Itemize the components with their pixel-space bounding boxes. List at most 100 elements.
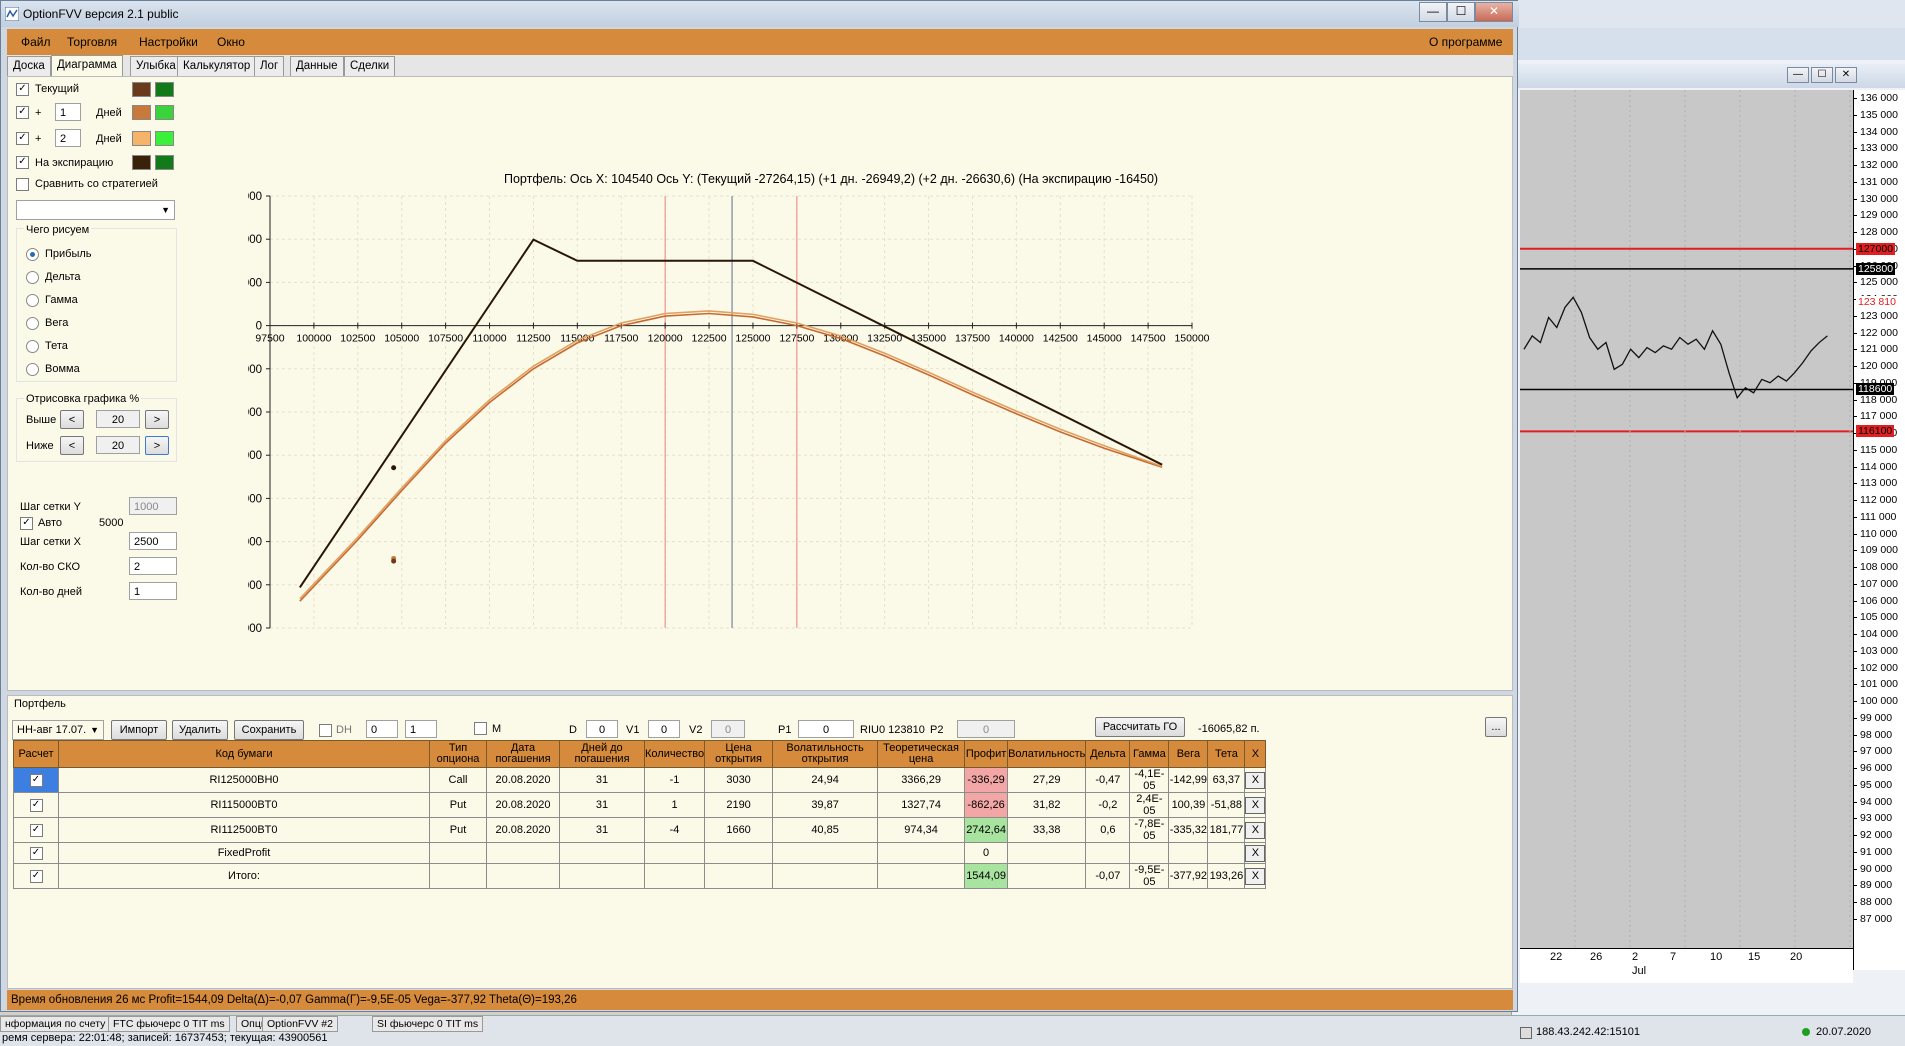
column-header[interactable]: Тета	[1207, 740, 1246, 768]
spin2-input[interactable]: 1	[405, 720, 437, 738]
expiry-color-1[interactable]	[132, 155, 151, 170]
above-increase-button[interactable]: >	[145, 410, 169, 429]
tab-deals[interactable]: Сделки	[344, 56, 396, 76]
radio-delta[interactable]	[26, 271, 39, 284]
calc-checkbox[interactable]: ✓	[29, 870, 43, 883]
dh-checkbox[interactable]	[319, 724, 332, 737]
days-input[interactable]: 1	[129, 582, 177, 600]
m-checkbox[interactable]	[474, 722, 487, 735]
menu-trading[interactable]: Торговля	[67, 35, 117, 49]
auto-checkbox[interactable]: ✓	[20, 517, 33, 530]
column-header[interactable]: Волатильность открытия	[772, 740, 879, 768]
calc-checkbox[interactable]: ✓	[29, 799, 43, 812]
column-header[interactable]: Вега	[1168, 740, 1209, 768]
radio-profit[interactable]	[26, 248, 39, 261]
tab-log[interactable]: Лог	[254, 56, 285, 76]
column-header[interactable]: Дата погашения	[486, 740, 560, 768]
table-row[interactable]: ✓ Итого: 1544,09 -0,07 -9,5E-05 -377,92 193,26…	[13, 863, 1267, 889]
tab-board[interactable]: Доска	[7, 56, 51, 76]
radio-gamma[interactable]	[26, 294, 39, 307]
strategy-select[interactable]: ▼	[16, 200, 175, 220]
delete-button[interactable]: Удалить	[172, 720, 228, 740]
calc-checkbox[interactable]: ✓	[29, 824, 43, 837]
maximize-button[interactable]: ☐	[1447, 2, 1475, 22]
radio-vega[interactable]	[26, 317, 39, 330]
column-header[interactable]: Расчет	[13, 740, 59, 768]
table-row[interactable]: ✓ RI125000BH0 Call 20.08.2020 31 -1 3030 24,94 3…	[13, 767, 1267, 793]
calc-checkbox-cell[interactable]: ✓	[13, 842, 59, 864]
grid-x-input[interactable]: 2500	[129, 532, 177, 550]
column-header[interactable]: Цена открытия	[704, 740, 774, 768]
column-header[interactable]: X	[1244, 740, 1267, 768]
v1-input[interactable]: 0	[648, 720, 680, 738]
plus1-color-2[interactable]	[155, 105, 174, 120]
plus1-color-1[interactable]	[132, 105, 151, 120]
column-header[interactable]: Код бумаги	[58, 740, 430, 768]
column-header[interactable]: Волатильность	[1007, 740, 1087, 768]
compare-checkbox[interactable]	[16, 178, 29, 191]
table-row[interactable]: ✓ RI115000BT0 Put 20.08.2020 31 1 2190 39,87 132…	[13, 792, 1267, 818]
grid-y-input[interactable]: 1000	[129, 497, 177, 515]
column-header[interactable]: Дней до погашения	[559, 740, 645, 768]
expiry-checkbox[interactable]: ✓	[16, 156, 29, 169]
plus2-days-input[interactable]: 2	[55, 129, 81, 147]
bg-maximize-button[interactable]: ☐	[1811, 67, 1833, 83]
tab-smile[interactable]: Улыбка	[130, 56, 182, 76]
minimize-button[interactable]: —	[1419, 2, 1447, 22]
more-button[interactable]: ...	[1485, 717, 1507, 737]
taskbar-tab[interactable]: SI фьючерс 0 TIT ms	[372, 1016, 484, 1032]
radio-vomma[interactable]	[26, 363, 39, 376]
calc-checkbox-cell[interactable]: ✓	[13, 792, 59, 818]
column-header[interactable]: Дельта	[1085, 740, 1131, 768]
price-chart-area[interactable]	[1520, 90, 1853, 948]
tab-data[interactable]: Данные	[290, 56, 344, 76]
menu-file[interactable]: Файл	[21, 35, 51, 49]
plus2-color-2[interactable]	[155, 131, 174, 146]
below-input[interactable]: 20	[96, 436, 140, 454]
portfolio-select[interactable]: HH-авг 17.07. ▼	[12, 720, 104, 740]
above-decrease-button[interactable]: <	[60, 410, 84, 429]
calc-checkbox[interactable]: ✓	[29, 847, 43, 860]
menu-about[interactable]: О программе	[1429, 35, 1502, 49]
remove-row-button[interactable]: X	[1245, 771, 1266, 789]
remove-row-button[interactable]: X	[1245, 796, 1266, 814]
remove-row-button[interactable]: X	[1245, 821, 1266, 839]
profit-chart[interactable]: 97500 100000 102500 105000 107500 110000 11250…	[248, 187, 1468, 687]
menu-window[interactable]: Окно	[217, 35, 245, 49]
current-checkbox[interactable]: ✓	[16, 83, 29, 96]
calc-checkbox-cell[interactable]: ✓	[13, 817, 59, 843]
tab-calculator[interactable]: Калькулятор	[177, 56, 257, 76]
spin1-input[interactable]: 0	[366, 720, 398, 738]
calc-checkbox[interactable]: ✓	[29, 774, 43, 787]
expiry-color-2[interactable]	[155, 155, 174, 170]
import-button[interactable]: Импорт	[111, 720, 167, 740]
sko-input[interactable]: 2	[129, 557, 177, 575]
column-header[interactable]: Гамма	[1129, 740, 1170, 768]
bg-minimize-button[interactable]: —	[1787, 67, 1809, 83]
above-input[interactable]: 20	[96, 410, 140, 428]
below-decrease-button[interactable]: <	[60, 436, 84, 455]
below-increase-button[interactable]: >	[145, 436, 169, 455]
current-color-1[interactable]	[132, 82, 151, 97]
v2-input[interactable]: 0	[711, 720, 745, 738]
column-header[interactable]: Тип опциона	[429, 740, 487, 768]
taskbar-tab[interactable]: FTC фьючерс 0 TIT ms	[108, 1016, 230, 1032]
p1-input[interactable]: 0	[798, 720, 854, 738]
d-input[interactable]: 0	[586, 720, 618, 738]
remove-row-button[interactable]: X	[1245, 844, 1266, 862]
column-header[interactable]: Профит	[964, 740, 1009, 768]
plus2-color-1[interactable]	[132, 131, 151, 146]
calc-checkbox-cell[interactable]: ✓	[13, 767, 59, 793]
close-button[interactable]: ✕	[1475, 2, 1513, 22]
plus1-checkbox[interactable]: ✓	[16, 106, 29, 119]
remove-row-button[interactable]: X	[1245, 867, 1266, 885]
table-row[interactable]: ✓ FixedProfit 0 X	[13, 842, 1267, 864]
bg-close-button[interactable]: ✕	[1835, 67, 1857, 83]
plus2-checkbox[interactable]: ✓	[16, 132, 29, 145]
tab-diagram[interactable]: Диаграмма	[51, 55, 123, 77]
column-header[interactable]: Теоретическая цена	[877, 740, 966, 768]
menu-settings[interactable]: Настройки	[139, 35, 198, 49]
taskbar-tab[interactable]: OptionFVV #2	[262, 1016, 338, 1032]
p2-input[interactable]: 0	[957, 720, 1015, 738]
current-color-2[interactable]	[155, 82, 174, 97]
